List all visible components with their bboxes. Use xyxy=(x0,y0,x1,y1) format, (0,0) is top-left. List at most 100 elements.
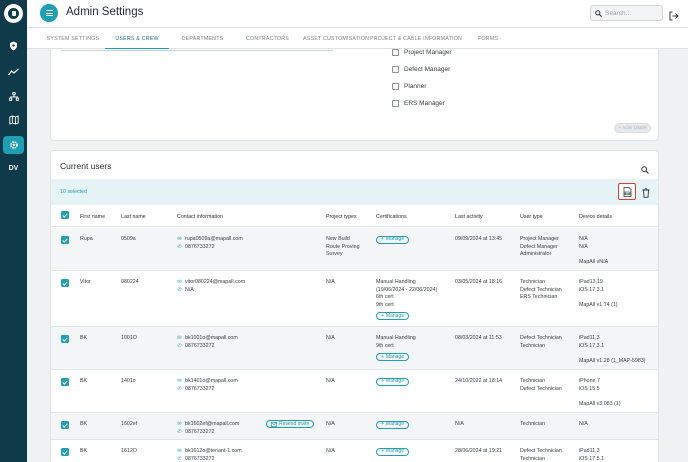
phone-icon: ✆ xyxy=(177,428,182,435)
email-text[interactable]: bk1612o@tenant-1.com xyxy=(185,448,242,456)
phone-text: 0876733272 xyxy=(185,342,215,349)
email-text[interactable]: bk1401o@mapall.com xyxy=(185,378,238,386)
row-checkbox[interactable] xyxy=(61,448,69,456)
device-details: N/A N/A MapAll vN/A xyxy=(579,236,608,266)
shield-icon[interactable] xyxy=(3,37,24,55)
column-header[interactable]: Last activity xyxy=(455,214,483,220)
project-types-line: New Build xyxy=(326,236,350,242)
first-name: BK xyxy=(80,448,88,454)
tab-departments[interactable]: DEPARTMENTS xyxy=(175,28,230,49)
project-types: N/A xyxy=(326,421,335,429)
row-checkbox[interactable] xyxy=(61,279,69,287)
user-type-line: Defect Technician xyxy=(520,448,562,454)
role-checkbox[interactable] xyxy=(392,83,399,90)
email-text[interactable]: rupa0509a@mapall.com xyxy=(185,236,243,244)
role-checkbox[interactable] xyxy=(392,100,399,107)
table-row[interactable]: BK 1612O ✉ bk1612o@tenant-1.com ✆ 0876733272 N… xyxy=(51,440,658,462)
last-activity: 03/05/2024 at 18:16 xyxy=(455,279,503,285)
device-details-line: iOS 17.5.1 xyxy=(579,455,605,462)
column-header[interactable]: Contact information xyxy=(177,214,223,220)
manage-label: Manage xyxy=(385,312,404,319)
device-details-line xyxy=(579,294,618,302)
email-text[interactable]: vitor080224@mapall.com xyxy=(185,279,245,287)
logout-icon[interactable] xyxy=(669,8,679,26)
delete-icon[interactable] xyxy=(642,185,650,203)
row-checkbox[interactable] xyxy=(61,421,69,429)
table-row[interactable]: Vitor 080224 ✉ vitor080224@mapall.com ✆ N/A N/… xyxy=(51,271,658,327)
analytics-icon[interactable] xyxy=(3,63,24,81)
row-checkbox[interactable] xyxy=(61,378,69,386)
device-details-line: N/A xyxy=(579,236,588,242)
email-text[interactable]: bk1602ef@mapall.com xyxy=(185,421,239,429)
manage-certifications-button[interactable]: + Manage xyxy=(376,312,409,320)
add-user-button[interactable]: + ADD USER xyxy=(614,123,651,133)
user-type-line: Technician xyxy=(520,421,546,427)
table-row[interactable]: BK 1401o ✉ bk1401o@mapall.com ✆ 0876733272 N/A… xyxy=(51,370,658,413)
table-row[interactable]: BK 1602ef ✉ bk1602ef@mapall.com ✆ 0876733272 R… xyxy=(51,413,658,440)
first-name: Vitor xyxy=(80,279,91,285)
row-checkbox[interactable] xyxy=(61,236,69,244)
device-details: iPhone 7 iOS 15.5 MapAll v3.083 (1) xyxy=(579,378,621,408)
device-details-line: iPad11,3 xyxy=(579,335,600,341)
role-option[interactable]: Planner xyxy=(392,83,426,90)
contact-info: ✉ bk1401o@mapall.com ✆ 0876733272 xyxy=(177,378,238,393)
table-row[interactable]: BK 1001O ✉ bk1001o@mapall.com ✆ 0876733272 N/A… xyxy=(51,327,658,370)
user-type-line: Defect Technician xyxy=(520,286,562,293)
column-header[interactable]: Certifications xyxy=(376,214,407,220)
role-option[interactable]: ERS Manager xyxy=(392,100,445,107)
plus-icon: + xyxy=(381,448,384,454)
manage-certifications-button[interactable]: + Manage xyxy=(376,235,409,244)
tab-contractors[interactable]: CONTRACTORS xyxy=(240,28,295,49)
column-header[interactable]: Device details xyxy=(579,214,612,220)
manage-certifications-button[interactable]: + Manage xyxy=(376,447,409,456)
device-details: iPad11,3 iOS 17.3.1 MapAll v1.28 (1_MAP-59… xyxy=(579,335,646,365)
network-icon[interactable] xyxy=(3,87,24,105)
tab-project-cable-information[interactable]: PROJECT & CABLE INFORMATION xyxy=(370,28,462,49)
resend-invite-button[interactable]: Resend invite xyxy=(266,420,315,428)
last-name: 1001O xyxy=(121,335,137,341)
sidebar-dv-label[interactable]: DV xyxy=(0,165,27,172)
search-icon xyxy=(595,9,602,17)
last-name: 0509a xyxy=(121,236,136,242)
device-details-line xyxy=(579,251,608,259)
search-input[interactable] xyxy=(605,9,660,17)
select-all-checkbox[interactable] xyxy=(61,211,69,219)
device-details-line xyxy=(579,393,621,401)
manage-certifications-button[interactable]: + Manage xyxy=(376,377,409,386)
first-name: BK xyxy=(80,421,88,427)
search-box[interactable] xyxy=(590,5,663,21)
last-name: 080224 xyxy=(121,279,139,285)
column-header[interactable]: User type xyxy=(520,214,543,220)
settings-icon[interactable] xyxy=(3,136,24,154)
menu-button[interactable] xyxy=(40,4,58,22)
tab-asset-customisation[interactable]: ASSET CUSTOMISATION xyxy=(303,28,369,49)
column-header[interactable]: Project types xyxy=(326,214,357,220)
user-type: Technician Defect Technician ERS Technicia… xyxy=(520,279,562,302)
column-header[interactable]: First name xyxy=(80,214,105,220)
device-details-line: iOS 15.5 xyxy=(579,385,600,392)
role-checkbox[interactable] xyxy=(392,49,399,56)
tab-forms[interactable]: FORMS xyxy=(473,28,503,49)
role-checkbox[interactable] xyxy=(392,66,399,73)
user-type-line: Defect Technician xyxy=(520,335,562,341)
export-button[interactable] xyxy=(618,183,636,200)
role-option[interactable]: Defect Manager xyxy=(392,66,450,73)
last-activity: N/A xyxy=(455,421,464,427)
email-text[interactable]: bk1001o@mapall.com xyxy=(185,335,238,343)
search-icon[interactable] xyxy=(641,161,649,179)
row-checkbox[interactable] xyxy=(61,335,69,343)
role-option[interactable]: Project Manager xyxy=(392,49,452,56)
manage-certifications-button[interactable]: + Manage xyxy=(376,420,409,429)
column-header[interactable]: Last name xyxy=(121,214,146,220)
manage-certifications-button[interactable]: + Manage xyxy=(376,353,409,361)
user-type-line: Technician xyxy=(520,378,546,384)
project-types-line: N/A xyxy=(326,378,335,384)
table-row[interactable]: Rupa 0509a ✉ rupa0509a@mapall.com ✆ 087673327… xyxy=(51,228,658,271)
device-details-line: iOS 17.3.1 xyxy=(579,342,605,349)
map-icon[interactable] xyxy=(3,111,24,129)
user-type: Project Manager Defect Manager Administrat… xyxy=(520,236,559,259)
app-logo[interactable] xyxy=(4,4,23,23)
phone-text: 0876733272 xyxy=(185,243,215,250)
tab-users-crew[interactable]: USERS & CREW xyxy=(105,28,169,49)
project-types: N/A xyxy=(326,335,335,343)
